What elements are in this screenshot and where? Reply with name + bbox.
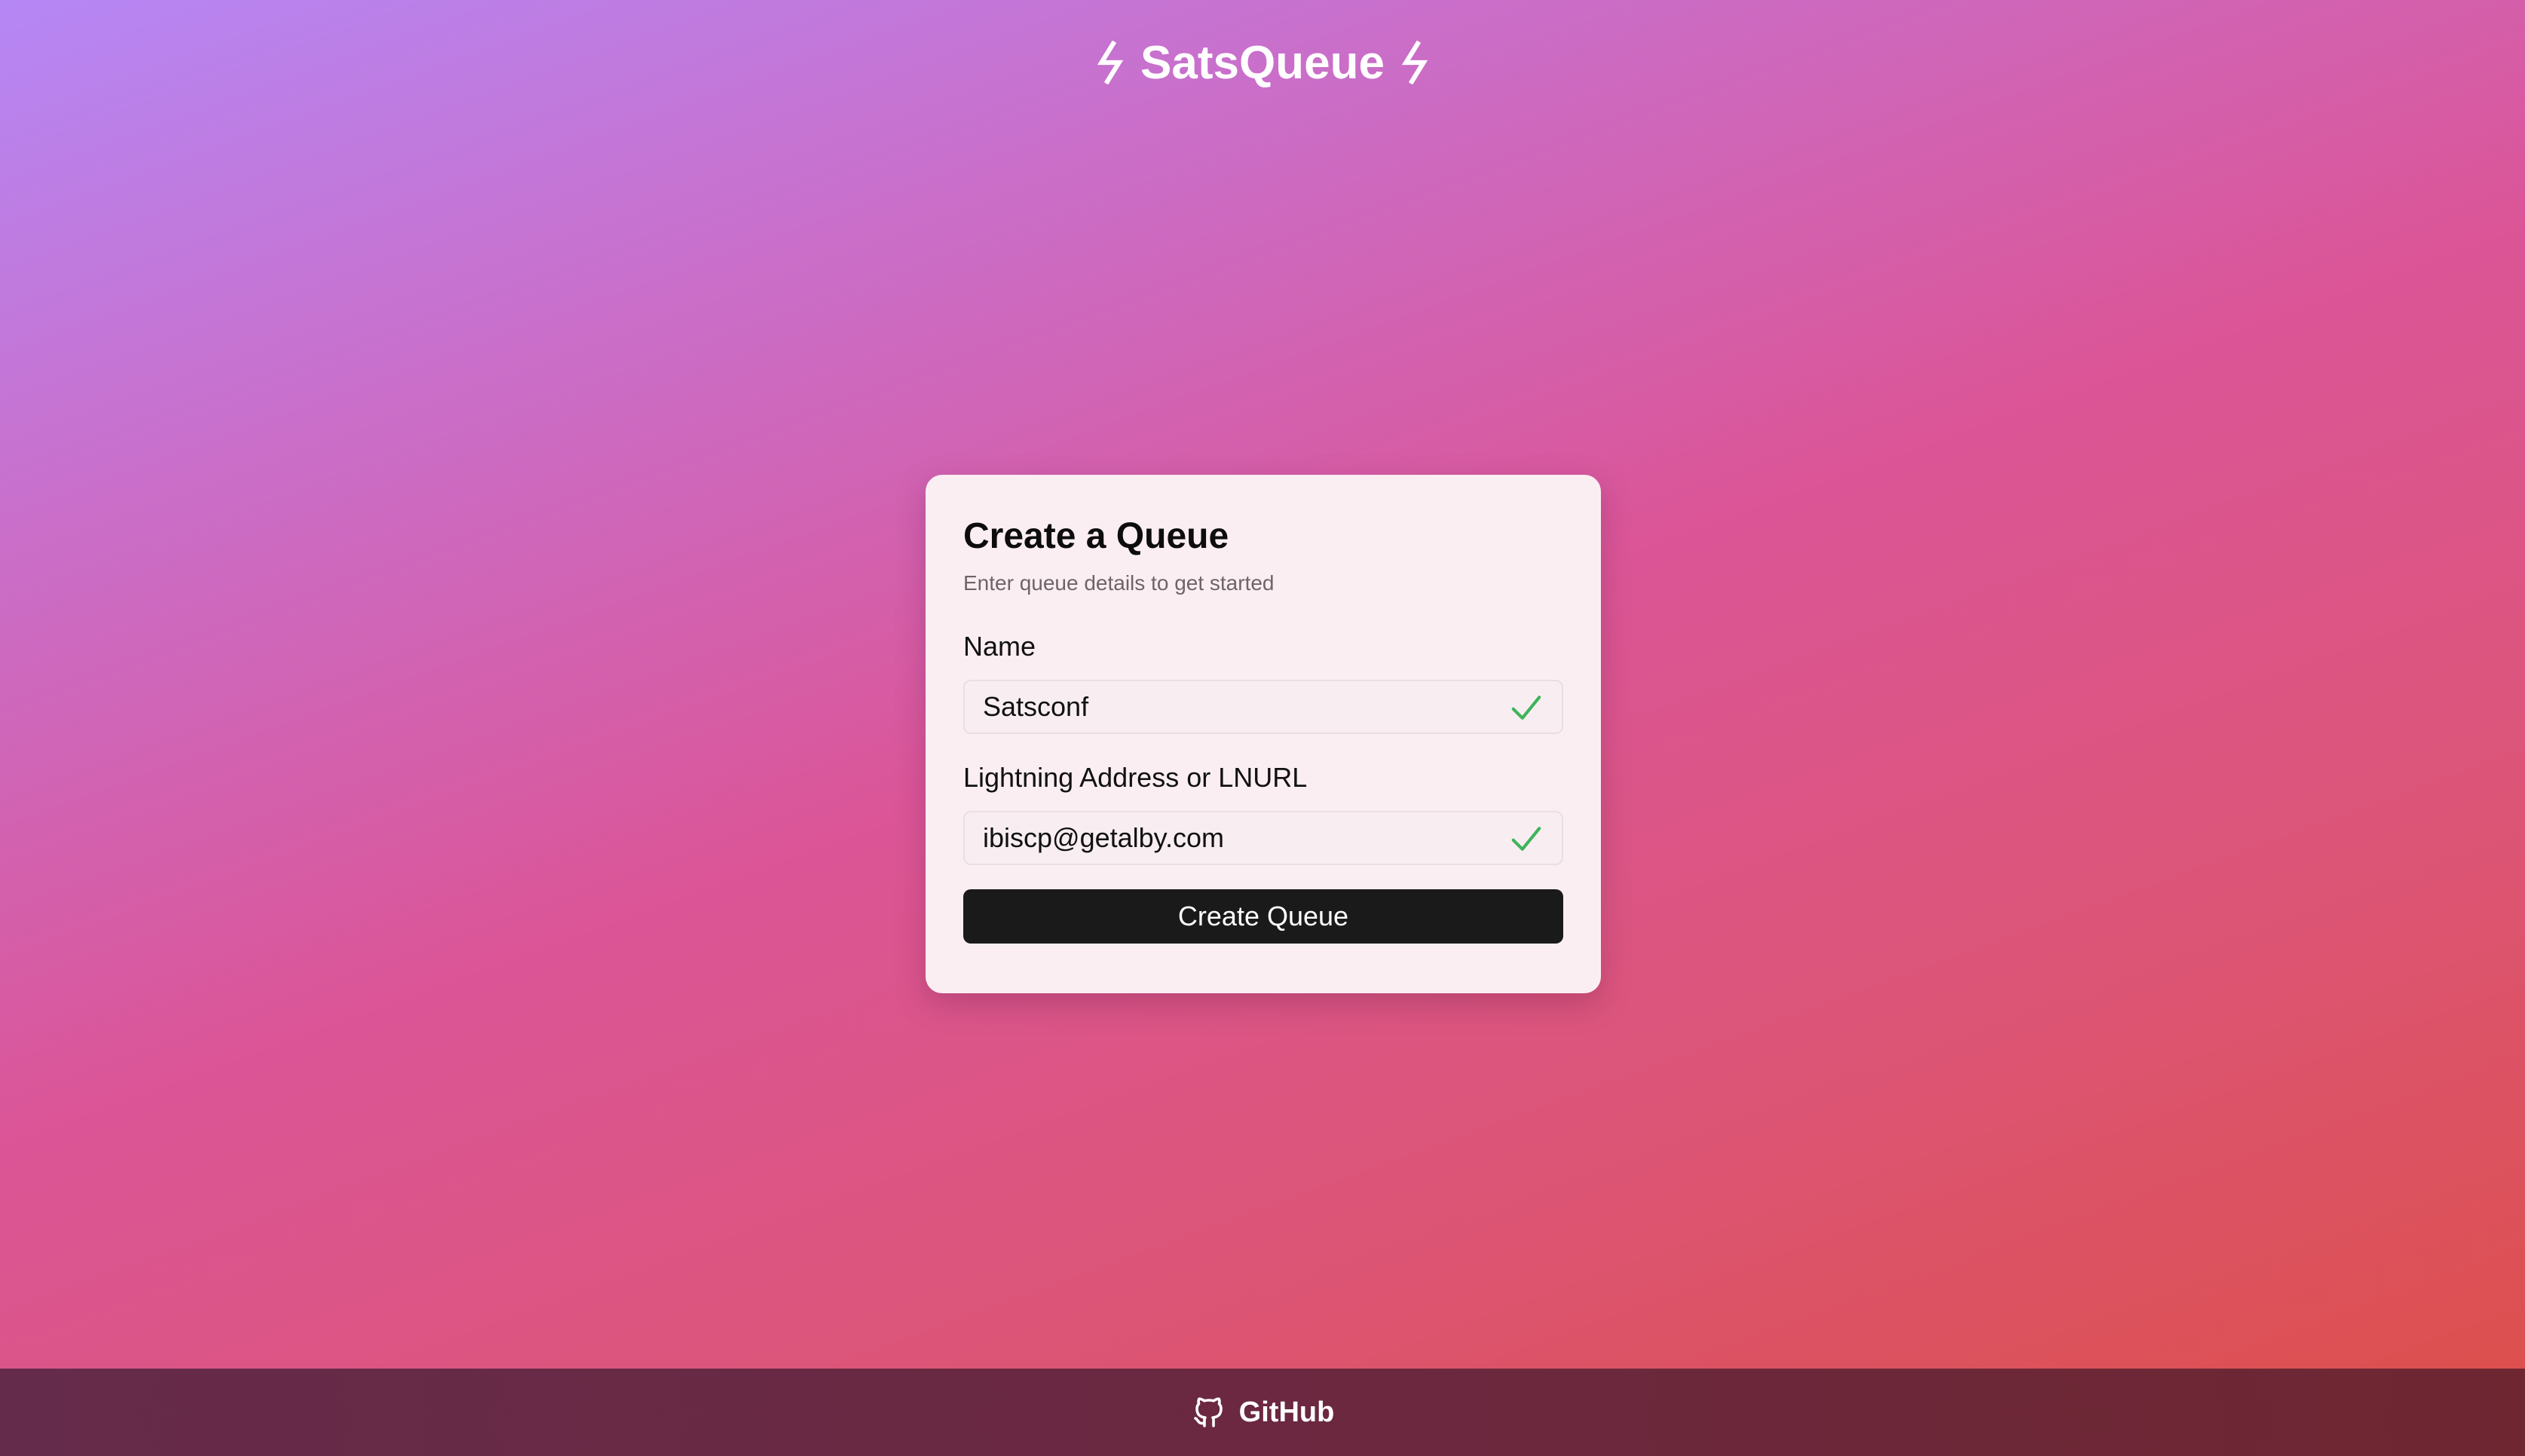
create-queue-button[interactable]: Create Queue <box>963 889 1563 944</box>
github-icon <box>1191 1394 1227 1430</box>
footer: GitHub <box>0 1369 2525 1456</box>
name-field-wrapper <box>963 680 1563 734</box>
check-icon <box>1510 693 1542 722</box>
lightning-address-field-wrapper <box>963 811 1563 865</box>
lightning-address-label: Lightning Address or LNURL <box>963 762 1308 793</box>
card-subtitle: Enter queue details to get started <box>963 571 1275 595</box>
card-title: Create a Queue <box>963 516 1229 556</box>
create-queue-card: Create a Queue Enter queue details to ge… <box>926 475 1601 993</box>
app-header: SatsQueue <box>0 30 2525 95</box>
lightning-bolt-icon <box>1095 41 1125 84</box>
github-label: GitHub <box>1238 1396 1335 1428</box>
github-link[interactable]: GitHub <box>1191 1394 1335 1430</box>
app-title: SatsQueue <box>1140 36 1385 89</box>
lightning-address-input[interactable] <box>965 812 1562 864</box>
lightning-bolt-icon <box>1400 41 1430 84</box>
name-label: Name <box>963 631 1036 662</box>
name-input[interactable] <box>965 681 1562 733</box>
check-icon <box>1510 824 1542 853</box>
